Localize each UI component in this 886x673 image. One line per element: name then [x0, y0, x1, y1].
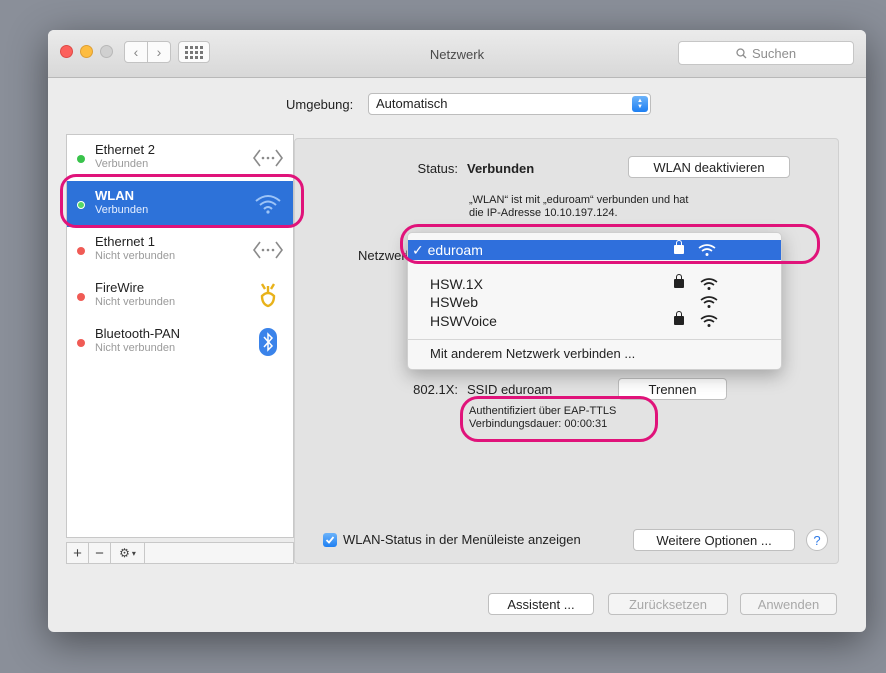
location-label: Umgebung:: [286, 97, 354, 112]
menubar-status-checkbox-row[interactable]: WLAN-Status in der Menüleiste anzeigen: [323, 532, 581, 547]
wifi-icon: [700, 278, 718, 290]
gear-icon: ⚙: [119, 546, 130, 560]
wifi-icon: [700, 296, 718, 308]
menubar-status-label: WLAN-Status in der Menüleiste anzeigen: [343, 532, 581, 547]
status-dot-green: [77, 155, 85, 163]
lock-icon: [674, 240, 684, 254]
search-icon: [736, 47, 747, 58]
service-item-ethernet-1[interactable]: Ethernet 1 Nicht verbunden: [67, 227, 293, 273]
wifi-icon: [253, 189, 283, 219]
firewire-icon: [253, 281, 283, 311]
network-option[interactable]: HSWeb: [430, 293, 755, 311]
network-option-label: HSW.1X: [430, 276, 483, 292]
checkmark-icon: [325, 535, 335, 544]
connection-duration: Verbindungsdauer: 00:00:31: [469, 418, 608, 430]
connection-info-line: „WLAN“ ist mit „eduroam“ verbunden und h…: [469, 194, 689, 206]
status-dot-red: [77, 293, 85, 301]
wifi-icon: [698, 244, 716, 256]
service-status: Verbunden: [95, 204, 149, 216]
lock-icon: [674, 274, 684, 288]
chevron-down-icon: ▾: [131, 548, 136, 558]
status-label: Status:: [417, 161, 458, 176]
status-dot-red: [77, 247, 85, 255]
service-actions-button[interactable]: ⚙ ▾: [111, 543, 145, 563]
service-name: Bluetooth-PAN: [95, 326, 181, 341]
service-list: Ethernet 2 Verbunden WLAN Verbunden Ethe…: [66, 134, 294, 538]
service-item-wlan[interactable]: WLAN Verbunden: [67, 181, 293, 227]
auth-info: Authentifiziert über EAP-TTLS Verbindung…: [469, 405, 616, 431]
auth-method: Authentifiziert über EAP-TTLS: [469, 405, 617, 417]
apply-button: Anwenden: [740, 593, 837, 615]
disconnect-button[interactable]: Trennen: [618, 378, 727, 400]
location-value: Automatisch: [376, 96, 448, 111]
network-option-label: HSWVoice: [430, 313, 497, 329]
title-bar: ‹ › Netzwerk Suchen: [48, 30, 866, 78]
menu-separator: [408, 339, 781, 340]
search-placeholder: Suchen: [751, 45, 797, 61]
search-field[interactable]: Suchen: [678, 41, 854, 65]
lock-icon: [674, 311, 684, 325]
service-item-firewire[interactable]: FireWire Nicht verbunden: [67, 273, 293, 319]
service-status: Nicht verbunden: [95, 296, 176, 308]
menubar-status-checkbox[interactable]: [323, 532, 337, 547]
network-option-selected[interactable]: ✓ eduroam: [408, 240, 781, 260]
wlan-deactivate-button[interactable]: WLAN deaktivieren: [628, 156, 790, 178]
ethernet-icon: [253, 143, 283, 173]
wifi-icon: [700, 315, 718, 327]
8021x-label: 802.1X:: [413, 382, 458, 397]
service-name: Ethernet 2: [95, 142, 155, 157]
help-button[interactable]: ?: [806, 529, 828, 551]
assistant-button[interactable]: Assistent ...: [488, 593, 594, 615]
ethernet-icon: [253, 235, 283, 265]
status-value: Verbunden: [467, 161, 535, 176]
network-option-label: HSWeb: [430, 294, 478, 310]
connection-info-line: die IP-Adresse 10.10.197.124.: [469, 207, 618, 219]
service-item-bluetooth-pan[interactable]: Bluetooth-PAN Nicht verbunden: [67, 319, 293, 365]
reset-button: Zurücksetzen: [608, 593, 728, 615]
network-option-label: ✓ eduroam: [412, 242, 483, 258]
service-name: Ethernet 1: [95, 234, 155, 249]
8021x-value: SSID eduroam: [467, 382, 553, 397]
status-dot-green: [77, 201, 85, 209]
more-options-button[interactable]: Weitere Optionen ...: [633, 529, 795, 551]
service-status: Nicht verbunden: [95, 250, 176, 262]
service-item-ethernet-2[interactable]: Ethernet 2 Verbunden: [67, 135, 293, 181]
service-name: FireWire: [95, 280, 145, 295]
network-option[interactable]: HSW.1X: [430, 274, 755, 293]
service-list-toolbar: + − ⚙ ▾: [66, 542, 294, 564]
network-name-dropdown[interactable]: ✓ eduroam HSW.1X HSWeb HSWVoice Mit ande…: [407, 232, 782, 370]
service-status: Verbunden: [95, 158, 149, 170]
add-service-button[interactable]: +: [67, 543, 89, 563]
join-other-network-item[interactable]: Mit anderem Netzwerk verbinden ...: [430, 346, 635, 361]
location-select[interactable]: Automatisch ▲ ▼: [368, 93, 651, 115]
status-dot-red: [77, 339, 85, 347]
bluetooth-icon: [253, 327, 283, 357]
network-option[interactable]: HSWVoice: [430, 311, 755, 330]
updown-arrows-icon: ▲ ▼: [632, 96, 648, 112]
remove-service-button[interactable]: −: [89, 543, 111, 563]
service-name: WLAN: [95, 188, 134, 203]
service-status: Nicht verbunden: [95, 342, 176, 354]
connection-info: „WLAN“ ist mit „eduroam“ verbunden und h…: [469, 194, 769, 220]
